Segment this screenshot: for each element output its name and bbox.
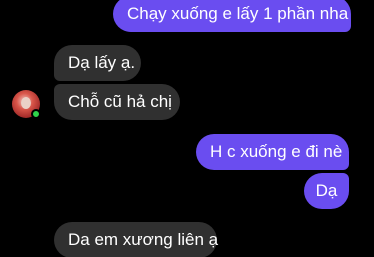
incoming-message-bubble[interactable]: Da em xương liên ạ	[54, 222, 218, 257]
incoming-message-bubble[interactable]: Chỗ cũ hả chị	[54, 84, 180, 120]
outgoing-message-bubble[interactable]: Dạ	[304, 173, 349, 209]
outgoing-message-bubble[interactable]: Chạy xuống e lấy 1 phần nha	[113, 0, 351, 32]
online-status-dot-icon	[31, 109, 41, 119]
incoming-message-bubble[interactable]: Dạ lấy ạ.	[54, 45, 141, 81]
avatar-photo-face	[21, 97, 31, 109]
outgoing-message-bubble[interactable]: H c xuống e đi nè	[196, 134, 349, 170]
